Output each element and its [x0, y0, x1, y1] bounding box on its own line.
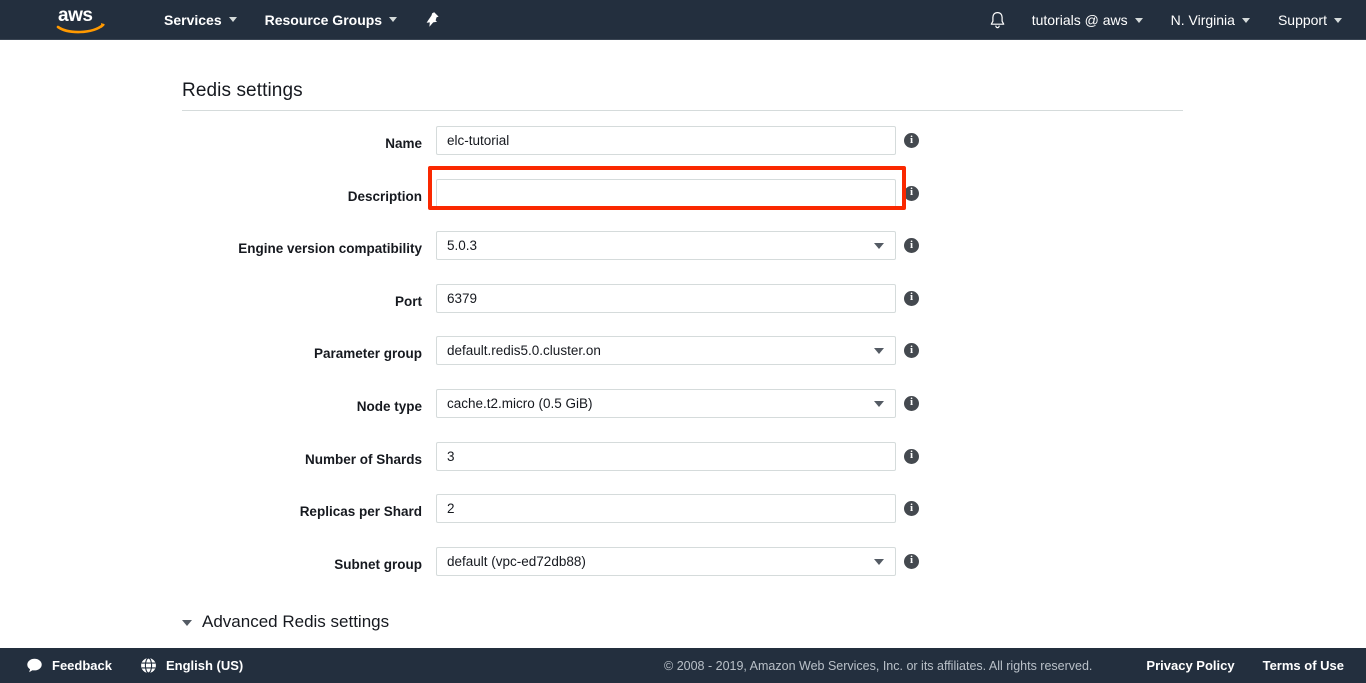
field-wrap-name: elc-tutorial [436, 126, 896, 155]
field-wrap-port: 6379 [436, 284, 896, 313]
nav-item-support[interactable]: Support [1264, 0, 1356, 40]
chevron-down-icon [1135, 18, 1143, 23]
field-label-node-type: Node type [92, 399, 422, 414]
nav-item-account[interactable]: tutorials @ aws [1018, 0, 1157, 40]
page-root: aws Services Resource Groups [0, 0, 1366, 683]
info-icon-parameter-group[interactable]: i [904, 343, 919, 358]
field-label-number-of-shards: Number of Shards [92, 452, 422, 467]
redis-settings-form: Name elc-tutorial i Description i Engine… [0, 126, 1366, 599]
chevron-down-icon [1242, 18, 1250, 23]
footer-right-group: © 2008 - 2019, Amazon Web Services, Inc.… [664, 658, 1344, 673]
info-icon-port[interactable]: i [904, 291, 919, 306]
bell-icon [989, 11, 1006, 30]
info-icon-engine-version[interactable]: i [904, 238, 919, 253]
field-label-parameter-group: Parameter group [92, 346, 422, 361]
field-wrap-engine-version: 5.0.3 [436, 231, 896, 260]
privacy-policy-link[interactable]: Privacy Policy [1146, 658, 1234, 673]
page-title: Redis settings [182, 80, 303, 102]
nav-item-resource-groups-label: Resource Groups [265, 12, 382, 28]
footer-left-group: Feedback English (US) [26, 657, 271, 674]
nav-item-region[interactable]: N. Virginia [1157, 0, 1264, 40]
pin-shortcuts-button[interactable] [415, 0, 449, 40]
form-row-number-of-shards: Number of Shards 3 i [0, 442, 1366, 495]
main-content: Redis settings Name elc-tutorial i Descr… [0, 40, 1366, 643]
field-label-replicas-per-shard: Replicas per Shard [92, 504, 422, 519]
notifications-button[interactable] [978, 0, 1018, 40]
chevron-down-icon [389, 17, 397, 22]
number-of-shards-input[interactable]: 3 [436, 442, 896, 471]
nav-item-region-label: N. Virginia [1171, 12, 1235, 28]
nav-item-resource-groups[interactable]: Resource Groups [251, 0, 411, 40]
field-label-name: Name [92, 136, 422, 151]
form-row-description: Description i [0, 179, 1366, 232]
speech-bubble-icon [26, 658, 43, 673]
nav-item-services[interactable]: Services [150, 0, 251, 40]
field-label-subnet-group: Subnet group [92, 557, 422, 572]
advanced-redis-settings-toggle[interactable]: Advanced Redis settings [182, 612, 389, 632]
form-row-name: Name elc-tutorial i [0, 126, 1366, 179]
info-icon-name[interactable]: i [904, 133, 919, 148]
nav-left-group: Services Resource Groups [150, 0, 449, 40]
language-group[interactable]: English (US) [140, 657, 243, 674]
form-row-port: Port 6379 i [0, 284, 1366, 337]
description-input[interactable] [436, 179, 896, 208]
field-wrap-replicas-per-shard: 2 [436, 494, 896, 523]
field-wrap-number-of-shards: 3 [436, 442, 896, 471]
language-link[interactable]: English (US) [166, 658, 243, 673]
terms-of-use-link[interactable]: Terms of Use [1263, 658, 1344, 673]
copyright-text: © 2008 - 2019, Amazon Web Services, Inc.… [664, 659, 1092, 673]
field-wrap-parameter-group: default.redis5.0.cluster.on [436, 336, 896, 365]
replicas-per-shard-input[interactable]: 2 [436, 494, 896, 523]
svg-text:aws: aws [58, 5, 92, 26]
feedback-group[interactable]: Feedback [26, 658, 112, 673]
chevron-down-icon [1334, 18, 1342, 23]
field-wrap-subnet-group: default (vpc-ed72db88) [436, 547, 896, 576]
aws-logo[interactable]: aws [56, 4, 108, 36]
field-label-description: Description [92, 189, 422, 204]
subnet-group-select[interactable]: default (vpc-ed72db88) [436, 547, 896, 576]
form-row-subnet-group: Subnet group default (vpc-ed72db88) i [0, 547, 1366, 600]
chevron-down-icon [229, 17, 237, 22]
globe-icon [140, 657, 157, 674]
engine-version-select[interactable]: 5.0.3 [436, 231, 896, 260]
feedback-link[interactable]: Feedback [52, 658, 112, 673]
field-wrap-description [436, 179, 896, 208]
field-label-port: Port [92, 294, 422, 309]
node-type-select[interactable]: cache.t2.micro (0.5 GiB) [436, 389, 896, 418]
name-input[interactable]: elc-tutorial [436, 126, 896, 155]
parameter-group-select[interactable]: default.redis5.0.cluster.on [436, 336, 896, 365]
info-icon-description[interactable]: i [904, 186, 919, 201]
nav-item-account-label: tutorials @ aws [1032, 12, 1128, 28]
nav-right-group: tutorials @ aws N. Virginia Support [978, 0, 1366, 40]
field-wrap-node-type: cache.t2.micro (0.5 GiB) [436, 389, 896, 418]
aws-logo-icon: aws [56, 5, 108, 35]
info-icon-subnet-group[interactable]: i [904, 554, 919, 569]
port-input[interactable]: 6379 [436, 284, 896, 313]
form-row-engine-version: Engine version compatibility 5.0.3 i [0, 231, 1366, 284]
pushpin-icon [424, 11, 440, 28]
info-icon-number-of-shards[interactable]: i [904, 449, 919, 464]
form-row-node-type: Node type cache.t2.micro (0.5 GiB) i [0, 389, 1366, 442]
form-row-replicas-per-shard: Replicas per Shard 2 i [0, 494, 1366, 547]
chevron-down-icon [182, 620, 192, 626]
footer-bar: Feedback English (US) © 2008 - 2019, Ama… [0, 648, 1366, 683]
section-divider [182, 110, 1183, 111]
form-row-parameter-group: Parameter group default.redis5.0.cluster… [0, 336, 1366, 389]
info-icon-node-type[interactable]: i [904, 396, 919, 411]
field-label-engine-version: Engine version compatibility [92, 241, 422, 256]
advanced-redis-settings-label: Advanced Redis settings [202, 612, 389, 632]
nav-item-support-label: Support [1278, 12, 1327, 28]
top-navigation-bar: aws Services Resource Groups [0, 0, 1366, 40]
nav-item-services-label: Services [164, 12, 222, 28]
info-icon-replicas-per-shard[interactable]: i [904, 501, 919, 516]
